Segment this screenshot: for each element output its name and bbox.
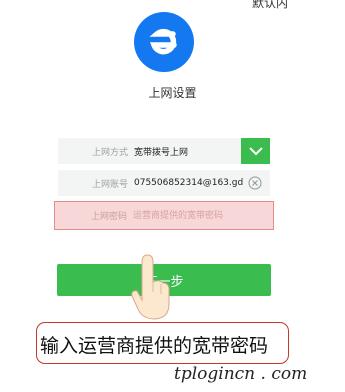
- page-title: 上网设置: [148, 86, 197, 100]
- password-label: 上网密码: [91, 212, 128, 222]
- connection-mode-select[interactable]: 上网方式 宽带拨号上网: [58, 138, 270, 164]
- password-field[interactable]: 上网密码: [54, 201, 274, 230]
- chevron-down-icon: [248, 147, 263, 156]
- connection-mode-label: 上网方式: [92, 147, 129, 158]
- account-label: 上网账号: [92, 179, 129, 190]
- pointing-hand-icon: [131, 254, 170, 320]
- app-logo: [134, 12, 194, 72]
- dropdown-button[interactable]: [241, 138, 270, 164]
- corner-text: 默认内: [252, 0, 289, 10]
- watermark: tplogincn . com: [174, 364, 308, 384]
- clear-icon[interactable]: [248, 176, 262, 190]
- account-field[interactable]: 上网账号 075506852314@163.gd: [58, 170, 270, 196]
- instruction-callout: 输入运营商提供的宽带密码: [36, 322, 289, 364]
- password-input[interactable]: [133, 205, 273, 226]
- e-logo-icon: [149, 28, 177, 55]
